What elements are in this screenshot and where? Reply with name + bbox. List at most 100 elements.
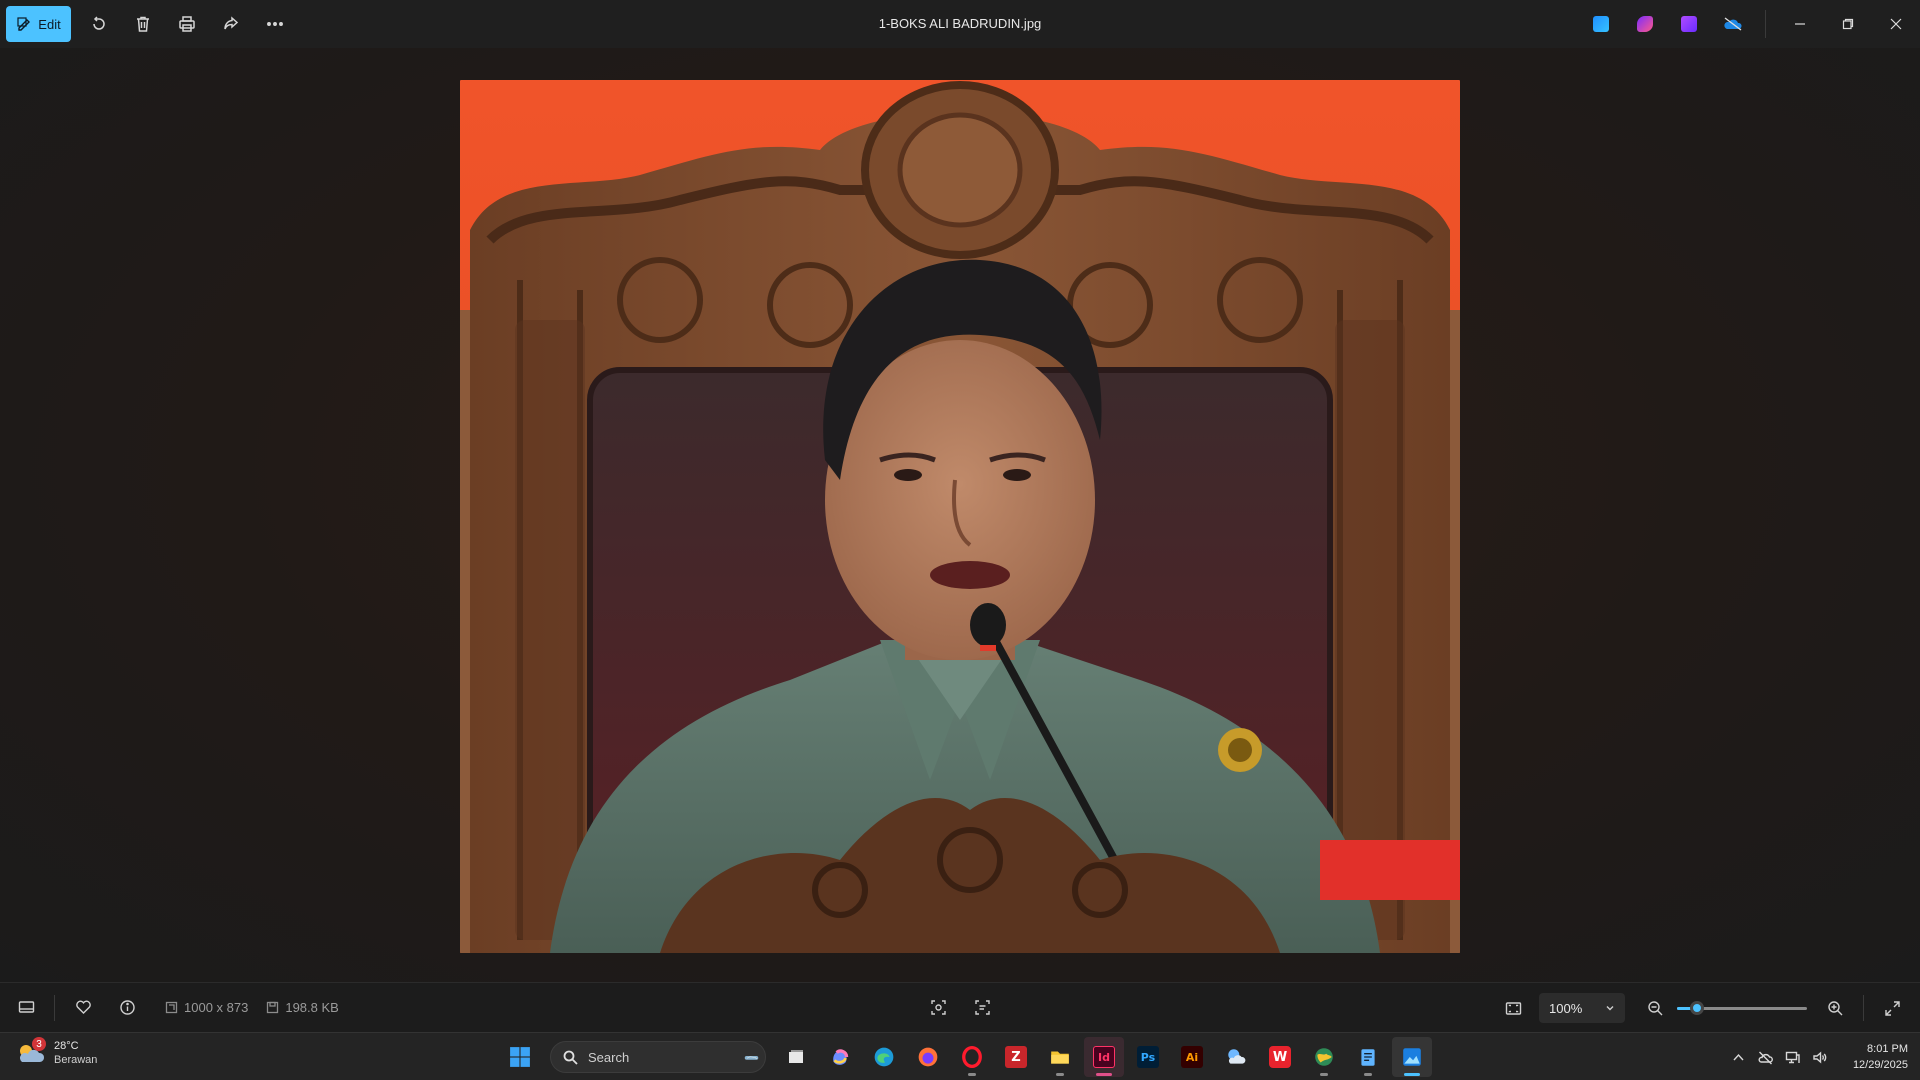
running-indicator — [1320, 1073, 1328, 1076]
filmstrip-toggle-button[interactable] — [4, 990, 48, 1026]
status-bar: 1000 x 873 198.8 KB 100% — [0, 982, 1920, 1032]
zoom-level-value: 100% — [1549, 1000, 1583, 1016]
maps-button[interactable] — [1304, 1037, 1344, 1077]
file-info-button[interactable] — [105, 990, 149, 1026]
edge-icon — [874, 1047, 894, 1067]
clipchamp-button[interactable] — [1623, 0, 1667, 48]
task-view-button[interactable] — [776, 1037, 816, 1077]
save-icon — [267, 1001, 279, 1014]
search-highlight-icon — [744, 1055, 759, 1060]
divider — [54, 994, 55, 1021]
chevron-down-icon — [1606, 1006, 1614, 1011]
chevron-up-icon[interactable] — [1731, 1050, 1746, 1065]
photoshop-icon: Ps — [1137, 1046, 1159, 1068]
photoshop-button[interactable]: Ps — [1128, 1037, 1168, 1077]
zoom-in-icon — [1827, 1000, 1842, 1015]
divider — [1863, 995, 1864, 1021]
print-button[interactable] — [165, 6, 209, 42]
network-icon[interactable] — [1785, 1050, 1800, 1065]
visual-search-button[interactable] — [916, 990, 960, 1026]
share-button[interactable] — [209, 6, 253, 42]
edit-button[interactable]: Edit — [6, 6, 71, 42]
zoom-level-dropdown[interactable]: 100% — [1539, 993, 1625, 1023]
photos-icon — [1403, 1048, 1421, 1066]
rotate-button[interactable] — [77, 6, 121, 42]
file-size: 198.8 KB — [266, 1000, 339, 1015]
clipchamp-icon — [1637, 16, 1653, 32]
zoom-out-button[interactable] — [1633, 990, 1677, 1026]
zoom-slider[interactable] — [1677, 998, 1807, 1018]
image-dimensions: 1000 x 873 — [165, 1000, 248, 1015]
filezilla-button[interactable]: Z — [996, 1037, 1036, 1077]
indesign-icon: Id — [1093, 1046, 1115, 1068]
image-canvas[interactable] — [0, 48, 1920, 982]
wps-icon: W — [1269, 1046, 1291, 1068]
favorite-button[interactable] — [61, 990, 105, 1026]
zoom-slider-thumb[interactable] — [1689, 1001, 1704, 1015]
more-button[interactable] — [253, 6, 297, 42]
notepad-icon — [1361, 1049, 1375, 1066]
zoom-in-button[interactable] — [1813, 990, 1857, 1026]
edge-button[interactable] — [864, 1037, 904, 1077]
running-indicator — [1056, 1073, 1064, 1076]
minimize-button[interactable] — [1776, 0, 1824, 48]
illustrator-icon: Ai — [1181, 1046, 1203, 1068]
share-icon — [224, 16, 239, 30]
running-indicator — [1096, 1073, 1112, 1076]
taskbar-search[interactable]: Search — [550, 1041, 766, 1073]
weather-app-icon — [1228, 1049, 1246, 1064]
restore-icon — [1842, 18, 1854, 30]
task-view-icon — [789, 1050, 803, 1063]
start-button[interactable] — [500, 1037, 540, 1077]
text-scan-icon — [974, 1000, 990, 1015]
edit-label: Edit — [38, 16, 61, 32]
photo-image[interactable] — [460, 80, 1460, 953]
delete-button[interactable] — [121, 6, 165, 42]
notepad-button[interactable] — [1348, 1037, 1388, 1077]
command-bar: Edit 1-BOKS ALI BADRUDIN.jpg — [0, 0, 1920, 48]
more-icon — [267, 22, 283, 26]
firefox-button[interactable] — [908, 1037, 948, 1077]
minimize-icon — [1795, 23, 1805, 25]
restore-button[interactable] — [1824, 0, 1872, 48]
wps-office-button[interactable]: W — [1260, 1037, 1300, 1077]
indesign-button[interactable]: Id — [1084, 1037, 1124, 1077]
text-scan-button[interactable] — [960, 990, 1004, 1026]
heart-icon — [75, 1000, 91, 1014]
delete-icon — [137, 16, 149, 32]
copilot-button[interactable] — [820, 1037, 860, 1077]
illustrator-button[interactable]: Ai — [1172, 1037, 1212, 1077]
opera-button[interactable] — [952, 1037, 992, 1077]
close-button[interactable] — [1872, 0, 1920, 48]
weather-app-button[interactable] — [1216, 1037, 1256, 1077]
file-explorer-button[interactable] — [1040, 1037, 1080, 1077]
taskbar-apps: Search Z Id Ps Ai W — [500, 1037, 1432, 1077]
firefox-icon — [918, 1047, 938, 1067]
zoom-out-icon — [1647, 1000, 1662, 1015]
volume-icon[interactable] — [1812, 1050, 1827, 1065]
video-editor-icon — [1681, 16, 1697, 32]
rotate-icon — [93, 16, 105, 30]
video-editor-button[interactable] — [1667, 0, 1711, 48]
onedrive-offline-icon[interactable] — [1758, 1050, 1773, 1065]
running-indicator — [1364, 1073, 1372, 1076]
windows-icon — [510, 1047, 530, 1067]
clock[interactable]: 8:01 PM 12/29/2025 — [1853, 1041, 1908, 1073]
weather-widget[interactable]: 3 28°C Berawan — [16, 1037, 97, 1067]
dimensions-value: 1000 x 873 — [184, 1000, 249, 1015]
designer-icon — [1593, 16, 1609, 32]
clock-date: 12/29/2025 — [1852, 1059, 1908, 1071]
taskbar: 3 28°C Berawan Search Z Id Ps Ai W 8:01 … — [0, 1032, 1920, 1080]
system-tray: 8:01 PM 12/29/2025 — [1731, 1033, 1908, 1080]
onedrive-off-icon — [1724, 17, 1742, 31]
expand-icon — [1884, 1000, 1900, 1016]
onedrive-button[interactable] — [1711, 0, 1755, 48]
full-screen-button[interactable] — [1870, 990, 1914, 1026]
search-placeholder: Search — [588, 1049, 630, 1065]
designer-app-button[interactable] — [1579, 0, 1623, 48]
search-icon — [563, 1050, 578, 1065]
fit-to-window-button[interactable] — [1491, 990, 1535, 1026]
visual-search-icon — [930, 1000, 946, 1015]
edit-icon — [17, 17, 31, 31]
photos-button[interactable] — [1392, 1037, 1432, 1077]
